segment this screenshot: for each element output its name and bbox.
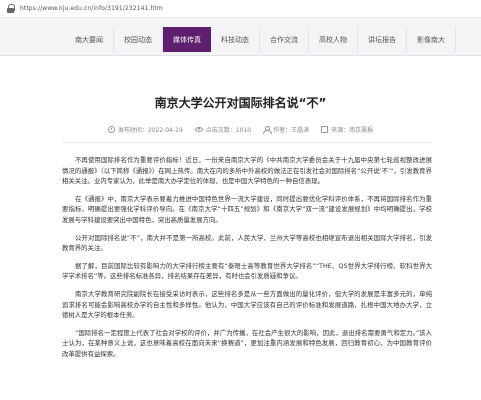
paragraph: 据了解，目前国际比较有影响力的大学排行榜主要有“泰晤士高等教育世界大学排名”“T…	[62, 261, 432, 281]
person-icon	[263, 126, 273, 134]
source-icon	[321, 126, 329, 133]
author: 作者：王晶涛	[263, 125, 309, 134]
nav-item-cooperation[interactable]: 合作交流	[260, 27, 309, 52]
nav-item-lectures[interactable]: 讲坛报告	[358, 27, 407, 52]
source-text: 来源：南京晨报	[331, 127, 374, 134]
paragraph: 在《通报》中，南京大学表示要着力推进中国特色世界一流大学建设，同时提出要优化学科…	[62, 194, 432, 224]
paragraph: 公开对国际排名说“不”，南大并不是第一所高校。此前，人民大学、兰州大学等高校也相…	[62, 233, 432, 253]
nav-item-gallery[interactable]: 影像南大	[407, 27, 456, 52]
lock-icon	[6, 4, 15, 13]
view-count-text: 点击次数：1010	[205, 127, 252, 134]
article-title: 南京大学公开对国际排名说“不”	[154, 96, 327, 110]
main-nav: 南大要闻 校园动态 媒体传真 科技动态 合作交流 高校人物 讲坛报告 影像南大	[65, 27, 456, 52]
publish-date: 发布时间：2022-04-19	[107, 125, 183, 134]
site-header: 南大要闻 校园动态 媒体传真 科技动态 合作交流 高校人物 讲坛报告 影像南大	[0, 18, 481, 56]
view-count: 点击次数：1010	[194, 125, 252, 134]
article-meta: 发布时间：2022-04-19 点击次数：1010 作者：王晶涛 来源：南京晨报	[0, 125, 481, 134]
nav-item-science[interactable]: 科技动态	[211, 27, 260, 52]
nav-item-media[interactable]: 媒体传真	[163, 27, 211, 52]
paragraph: 南京大学教育研究院副院长在接受采访时表示，这些排名多是从一些方面做出的量化评价，…	[62, 289, 432, 320]
nav-item-campus-news[interactable]: 校园动态	[114, 27, 163, 52]
url-text[interactable]: https://www.nju.edu.cn/info/3191/232141.…	[20, 5, 163, 12]
eye-icon	[194, 127, 203, 132]
article-body: 不再使用国际排名作为重要评价指标！近日，一份来自南京大学的《中共南京大学委员会关…	[62, 155, 432, 367]
source: 来源：南京晨报	[321, 125, 373, 134]
browser-address-bar[interactable]: https://www.nju.edu.cn/info/3191/232141.…	[0, 0, 481, 18]
nav-item-nanda-news[interactable]: 南大要闻	[65, 27, 114, 52]
divider	[62, 142, 432, 143]
publish-date-text: 发布时间：2022-04-19	[117, 127, 183, 134]
author-text: 作者：王晶涛	[273, 127, 310, 134]
paragraph: 不再使用国际排名作为重要评价指标！近日，一份来自南京大学的《中共南京大学委员会关…	[62, 156, 432, 186]
nav-item-people[interactable]: 高校人物	[309, 27, 358, 52]
paragraph: “国际排名一定程度上代表了社会对学校的评价，并广为传播，在社会产生很大的影响，因…	[62, 328, 432, 358]
clock-icon	[107, 126, 115, 133]
